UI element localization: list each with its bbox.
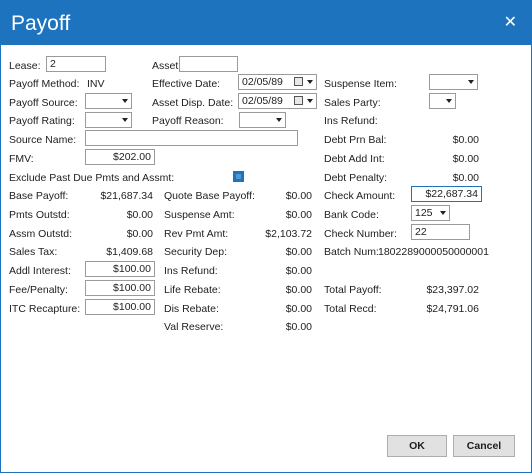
base-payoff-value: $21,687.34: [100, 190, 153, 202]
itc-recapture-input[interactable]: $100.00: [85, 299, 155, 315]
fee-penalty-input[interactable]: $100.00: [85, 280, 155, 296]
source-name-label: Source Name:: [9, 134, 77, 146]
assm-outstd-value: $0.00: [126, 228, 153, 240]
asset-input[interactable]: [179, 56, 238, 72]
ins-refund-label: Ins Refund:: [164, 265, 218, 277]
chevron-down-icon: [468, 80, 474, 84]
rev-pmt-amt-value: $2,103.72: [265, 228, 312, 240]
chevron-down-icon[interactable]: [307, 99, 313, 103]
addl-interest-input[interactable]: $100.00: [85, 261, 155, 277]
quote-base-payoff-value: $0.00: [285, 190, 312, 202]
asset-label: Asset:: [152, 60, 182, 72]
source-name-input[interactable]: [85, 130, 298, 146]
effective-date-picker[interactable]: 02/05/89: [238, 74, 317, 90]
payoff-dialog: Payoff ✕ Lease: 2 Asset: Payoff Method: …: [0, 0, 532, 473]
payoff-reason-label: Payoff Reason:: [152, 115, 224, 127]
debt-prn-bal-label: Debt Prn Bal:: [324, 134, 387, 146]
payoff-source-label: Payoff Source:: [9, 97, 78, 109]
debt-penalty-label: Debt Penalty:: [324, 172, 388, 184]
addl-interest-label: Addl Interest:: [9, 265, 71, 277]
payoff-method-value: INV: [87, 78, 105, 90]
ins-refund-header-label: Ins Refund:: [324, 115, 378, 127]
suspense-item-label: Suspense Item:: [324, 78, 397, 90]
total-payoff-label: Total Payoff:: [324, 284, 382, 296]
close-icon[interactable]: ✕: [504, 12, 517, 31]
payoff-reason-select[interactable]: [239, 112, 286, 128]
check-number-label: Check Number:: [324, 228, 397, 240]
suspense-amt-value: $0.00: [285, 209, 312, 221]
dis-rebate-value: $0.00: [285, 303, 312, 315]
calendar-icon[interactable]: [294, 96, 303, 105]
total-recd-value: $24,791.06: [426, 303, 479, 315]
debt-penalty-value: $0.00: [452, 172, 479, 184]
check-amount-label: Check Amount:: [324, 190, 396, 202]
chevron-down-icon: [122, 118, 128, 122]
total-payoff-value: $23,397.02: [426, 284, 479, 296]
bank-code-label: Bank Code:: [324, 209, 379, 221]
security-dep-label: Security Dep:: [164, 246, 228, 258]
calendar-icon[interactable]: [294, 77, 303, 86]
chevron-down-icon: [276, 118, 282, 122]
pmts-outstd-value: $0.00: [126, 209, 153, 221]
effective-date-label: Effective Date:: [152, 78, 221, 90]
fee-penalty-label: Fee/Penalty:: [9, 284, 68, 296]
ins-refund-value: $0.00: [285, 265, 312, 277]
payoff-rating-label: Payoff Rating:: [9, 115, 75, 127]
sales-party-label: Sales Party:: [324, 97, 381, 109]
sales-tax-label: Sales Tax:: [9, 246, 58, 258]
check-amount-input[interactable]: $22,687.34: [411, 186, 482, 202]
check-number-input[interactable]: 22: [411, 224, 470, 240]
fmv-label: FMV:: [9, 153, 34, 165]
title-bar: Payoff ✕: [1, 1, 531, 45]
bank-code-select[interactable]: 125: [411, 205, 450, 221]
payoff-rating-select[interactable]: [85, 112, 132, 128]
debt-add-int-value: $0.00: [452, 153, 479, 165]
asset-disp-date-picker[interactable]: 02/05/89: [238, 93, 317, 109]
payoff-method-label: Payoff Method:: [9, 78, 80, 90]
payoff-source-select[interactable]: [85, 93, 132, 109]
sales-tax-value: $1,409.68: [106, 246, 153, 258]
itc-recapture-label: ITC Recapture:: [9, 303, 81, 315]
debt-prn-bal-value: $0.00: [452, 134, 479, 146]
life-rebate-value: $0.00: [285, 284, 312, 296]
chevron-down-icon: [440, 211, 446, 215]
suspense-amt-label: Suspense Amt:: [164, 209, 235, 221]
chevron-down-icon: [446, 99, 452, 103]
dis-rebate-label: Dis Rebate:: [164, 303, 219, 315]
suspense-item-select[interactable]: [429, 74, 478, 90]
debt-add-int-label: Debt Add Int:: [324, 153, 385, 165]
exclude-past-due-label: Exclude Past Due Pmts and Assmt:: [9, 172, 175, 184]
chevron-down-icon: [122, 99, 128, 103]
batch-num-label: Batch Num:: [324, 246, 379, 258]
security-dep-value: $0.00: [285, 246, 312, 258]
exclude-past-due-checkbox[interactable]: [233, 171, 244, 182]
val-reserve-label: Val Reserve:: [164, 321, 224, 333]
ok-button[interactable]: OK: [387, 435, 447, 457]
batch-num-value: 1802289000050000001: [378, 246, 489, 258]
sales-party-select[interactable]: [429, 93, 456, 109]
chevron-down-icon[interactable]: [307, 80, 313, 84]
pmts-outstd-label: Pmts Outstd:: [9, 209, 70, 221]
val-reserve-value: $0.00: [285, 321, 312, 333]
assm-outstd-label: Assm Outstd:: [9, 228, 73, 240]
lease-input[interactable]: 2: [46, 56, 106, 72]
dialog-title: Payoff: [11, 12, 71, 35]
rev-pmt-amt-label: Rev Pmt Amt:: [164, 228, 229, 240]
fmv-input[interactable]: $202.00: [85, 149, 155, 165]
lease-label: Lease:: [9, 60, 41, 72]
total-recd-label: Total Recd:: [324, 303, 377, 315]
base-payoff-label: Base Payoff:: [9, 190, 69, 202]
life-rebate-label: Life Rebate:: [164, 284, 221, 296]
cancel-button[interactable]: Cancel: [453, 435, 515, 457]
asset-disp-date-label: Asset Disp. Date:: [152, 97, 234, 109]
quote-base-payoff-label: Quote Base Payoff:: [164, 190, 255, 202]
